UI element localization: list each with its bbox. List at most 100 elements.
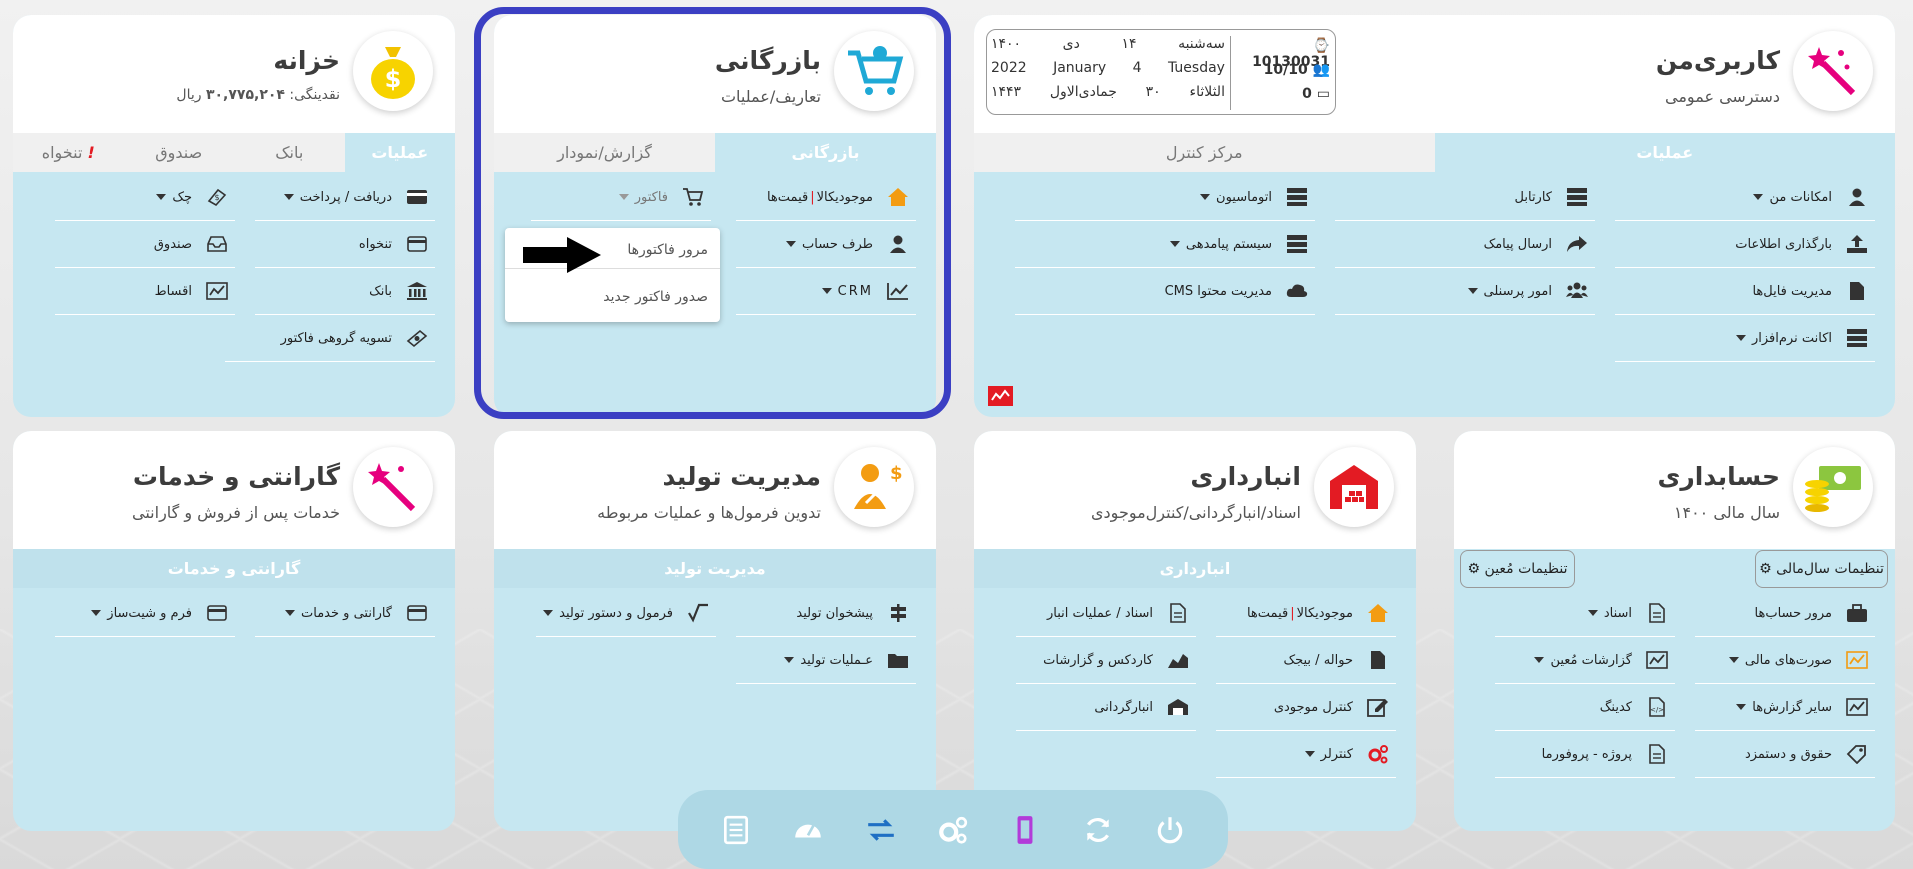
item-label: چک (172, 189, 192, 205)
menu-item-cashbox[interactable]: صندوق (55, 221, 235, 268)
highlight-frame (474, 7, 951, 419)
menu-item-file-management[interactable]: مدیریت فایل‌ها (1615, 268, 1875, 315)
menu-item-software-account[interactable]: اکانت نرم‌افزار (1615, 315, 1875, 362)
warehouse-icon (1314, 447, 1394, 527)
refresh-icon[interactable] (1077, 809, 1119, 851)
menu-item-notification-system[interactable]: سیستم پیامدهی (1015, 221, 1315, 268)
account-info: ⌚ 10130031 👥 10/10 ▭ 0 (1230, 38, 1330, 110)
tab-operations[interactable]: عملیات (1434, 133, 1895, 172)
menu-item-bank[interactable]: بانک (255, 268, 435, 315)
weekday-ar: الثلاثاء (1189, 84, 1225, 100)
card-outline-icon (404, 602, 430, 624)
card-outline-icon (204, 602, 230, 624)
year-ar: ۱۴۴۳ (991, 84, 1022, 100)
tab-operations[interactable]: عملیات (344, 133, 455, 172)
day-fa: ۱۴ (1121, 36, 1137, 52)
tab-cashbox[interactable]: صندوق (124, 133, 235, 172)
menu-item-moein-reports[interactable]: گزارشات مُعین (1495, 637, 1675, 684)
item-label: امور پرسنلی (1483, 283, 1552, 299)
menu-item-production-ops[interactable]: عـملیات تولید (736, 637, 916, 684)
count-value: 0 (1302, 86, 1312, 102)
menu-item-my-features[interactable]: امکانات من (1615, 174, 1875, 221)
chart-badge-icon[interactable] (988, 386, 1013, 406)
svg-text:$: $ (890, 463, 902, 484)
item-label: گارانتی و خدمات (301, 605, 392, 621)
gears-red-icon (1365, 743, 1391, 765)
item-label: مدیریت فایل‌ها (1752, 283, 1832, 299)
warehouse-small-icon (1165, 696, 1191, 718)
card-garanti: گارانتی و خدمات خدمات پس از فروش و گاران… (13, 431, 455, 831)
tab-control-center[interactable]: مرکز کنترل (974, 133, 1435, 172)
chart-box-orange-icon (1844, 649, 1870, 671)
menu-item-cardex[interactable]: کاردکس و گزارشات (1016, 637, 1196, 684)
file-icon (1844, 280, 1870, 302)
menu-item-remittance[interactable]: حواله / بیجک (1216, 637, 1396, 684)
card-header: انبارداری اسناد/انبارگردانی/کنترل‌موجودی (974, 431, 1416, 549)
card-title: کاربری‌من (1655, 46, 1780, 75)
day-en: 4 (1132, 60, 1142, 76)
item-label: کدینگ (1599, 699, 1632, 715)
menu-item-coding[interactable]: </> کدینگ (1495, 684, 1675, 731)
menu-item-upload-data[interactable]: بارگذاری اطلاعات (1615, 221, 1875, 268)
menu-item-formula[interactable]: فرمول و دستور تولید (536, 590, 716, 637)
menu-item-financial-statements[interactable]: صورت‌های مالی (1695, 637, 1875, 684)
notes-icon[interactable] (715, 809, 757, 851)
date-table: سه‌شنبه ۱۴ دی ۱۴۰۰ Tuesday 4 January 2022 الثل… (991, 36, 1225, 108)
chart-box-icon (204, 280, 230, 302)
menu-item-production-desk[interactable]: پیشخوان تولید (736, 590, 916, 637)
transfer-icon[interactable] (860, 809, 902, 851)
menu-item-stocktaking[interactable]: انبارگردانی (1016, 684, 1196, 731)
server-icon (1844, 327, 1870, 349)
menu-item-cheque[interactable]: $ چک (55, 174, 235, 221)
item-label-2: قیمت‌ها (1246, 605, 1289, 621)
manager-icon: $ (834, 447, 914, 527)
menu-item-petty[interactable]: تنخواه (255, 221, 435, 268)
dashboard-icon[interactable] (787, 809, 829, 851)
menu-item-stock-prices[interactable]: موجودیکالا | قیمت‌ها (1216, 590, 1396, 637)
menu-item-stock-control[interactable]: کنترل موجودی (1216, 684, 1396, 731)
item-label: مرور حساب‌ها (1754, 605, 1832, 621)
settings-icon[interactable] (932, 809, 974, 851)
tab-bank[interactable]: بانک (234, 133, 345, 172)
area-chart-icon (1165, 649, 1191, 671)
menu-item-receipt-payment[interactable]: دریافت / پرداخت (255, 174, 435, 221)
menu-item-send-sms[interactable]: ارسال پیامک (1335, 221, 1595, 268)
card-header: $ خزانه نقدینگی: ۳۰,۷۷۵,۲۰۴ ریال (13, 15, 455, 133)
menu-item-group-settlement[interactable]: تسویه گروهی فاکتور (225, 315, 435, 362)
menu-item-documents[interactable]: اسناد (1495, 590, 1675, 637)
magic-wand-icon (353, 447, 433, 527)
money-icon (404, 327, 430, 349)
svg-text:$: $ (385, 65, 402, 93)
menu-item-browse-accounts[interactable]: مرور حساب‌ها (1695, 590, 1875, 637)
menu-option-new-invoice[interactable]: صدور فاکتور جدید (603, 289, 708, 305)
upload-icon (1844, 233, 1870, 255)
menu-item-warranty-services[interactable]: گارانتی و خدمات (255, 590, 435, 637)
section-bar: گارانتی و خدمات (13, 549, 455, 588)
menu-item-payroll[interactable]: حقوق و دستمزد (1695, 731, 1875, 778)
menu-item-warehouse-docs[interactable]: اسناد / عملیات انبار (1016, 590, 1196, 637)
magic-wand-icon (1793, 31, 1873, 111)
share-icon (1564, 233, 1590, 255)
power-icon[interactable] (1149, 809, 1191, 851)
menu-item-installments[interactable]: اقساط (55, 268, 235, 315)
menu-item-cartable[interactable]: کارتابل (1335, 174, 1595, 221)
bottom-dock (678, 790, 1228, 869)
date-row-gregorian: Tuesday 4 January 2022 (991, 60, 1225, 84)
menu-item-controller[interactable]: کنترلر (1216, 731, 1396, 778)
menu-item-cms[interactable]: CMS مدیریت محتوا (1015, 268, 1315, 315)
menu-item-automation[interactable]: اتوماسیون (1015, 174, 1315, 221)
menu-item-form-builder[interactable]: فرم و شیت‌ساز (55, 590, 235, 637)
menu-option-browse-invoices[interactable]: مرور فاکتورها (627, 242, 708, 258)
briefcase-icon (1844, 602, 1870, 624)
menu-item-other-reports[interactable]: سایر گزارش‌ها (1695, 684, 1875, 731)
card-tolid: $ مدیریت تولید تدوین فرمول‌ها و عملیات م… (494, 431, 936, 831)
users-icon (1564, 280, 1590, 302)
menu-item-personnel[interactable]: امور پرسنلی (1335, 268, 1595, 315)
item-label: تسویه گروهی فاکتور (280, 330, 392, 346)
card-subtitle: نقدینگی: ۳۰,۷۷۵,۲۰۴ ریال (176, 87, 340, 103)
menu-item-project-proforma[interactable]: پروژه - پروفورما (1495, 731, 1675, 778)
tab-petty-cash[interactable]: تنخواه ! (13, 133, 124, 172)
document-icon (1165, 602, 1191, 624)
phone-icon[interactable] (1004, 809, 1046, 851)
card-title: گارانتی و خدمات (132, 462, 340, 491)
